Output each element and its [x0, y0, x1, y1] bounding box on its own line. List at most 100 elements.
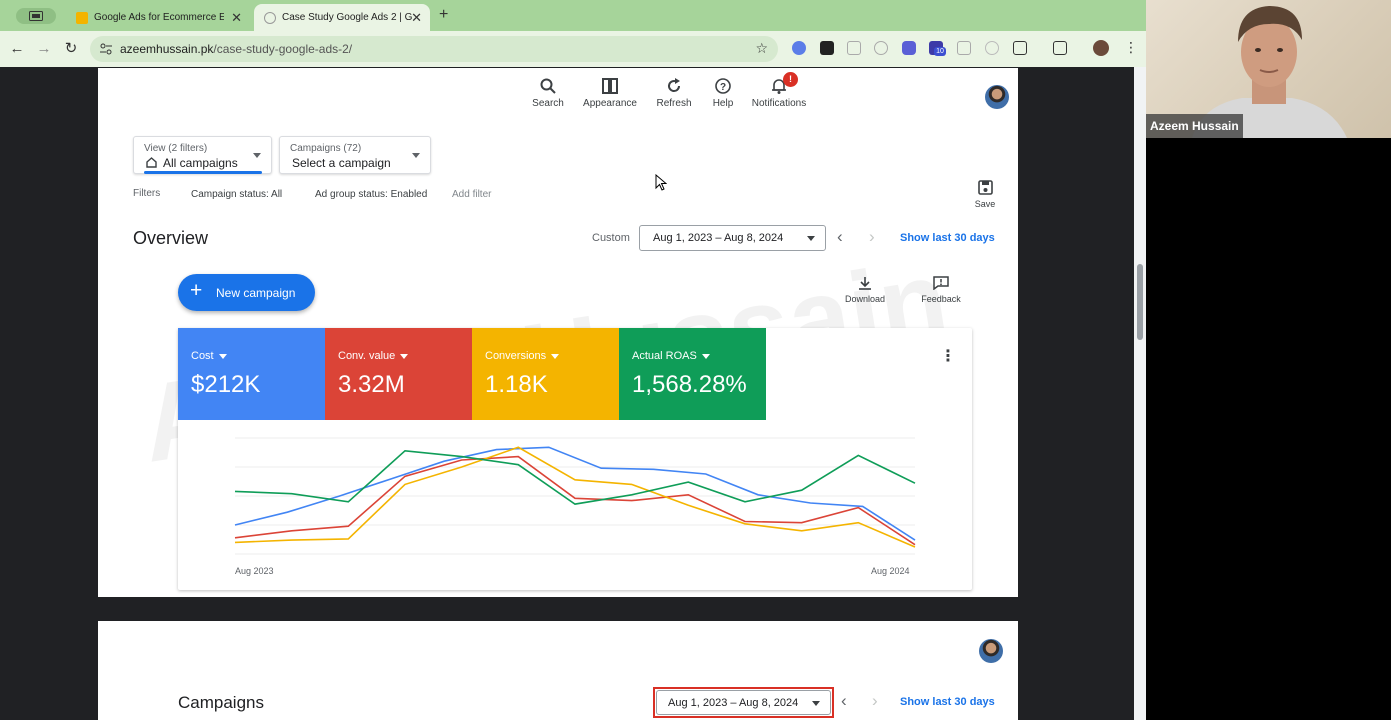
appearance-icon: [602, 78, 618, 94]
puzzle-extensions-icon[interactable]: [1013, 41, 1027, 55]
appearance-action[interactable]: Appearance: [575, 78, 645, 109]
more-options-icon[interactable]: ⋮: [940, 346, 956, 366]
campaigns-panel: Campaigns Aug 1, 2023 – Aug 8, 2024 ‹ › …: [98, 621, 1018, 720]
url-path: /case-study-google-ads-2/: [213, 42, 353, 56]
tab-case-study[interactable]: Case Study Google Ads 2 | G ✕: [254, 4, 430, 31]
filter-ad-group-status[interactable]: Ad group status: Enabled: [315, 189, 427, 200]
screen: Google Ads for Ecommerce E ✕ Case Study …: [0, 0, 1391, 720]
metric-actual-roas[interactable]: Actual ROAS 1,568.28%: [619, 328, 766, 420]
metric-value: 3.32M: [338, 371, 405, 398]
feedback-button[interactable]: Feedback: [913, 276, 969, 304]
performance-card: Cost $212K Conv. value 3.32M Conversions…: [178, 328, 972, 590]
tab-title: Google Ads for Ecommerce E: [94, 12, 224, 23]
extension-5-icon[interactable]: [902, 41, 916, 55]
reload-icon[interactable]: ↻: [62, 40, 80, 58]
browser-menu-icon[interactable]: ⋮: [1124, 39, 1138, 56]
user-avatar[interactable]: [979, 639, 1003, 663]
performance-line-chart: [234, 437, 916, 555]
campaign-dropdown[interactable]: Campaigns (72) Select a campaign: [279, 136, 431, 174]
overview-panel: Azeem Hussain Search Appearance Refresh …: [98, 68, 1018, 597]
chevron-down-icon: [253, 153, 261, 158]
date-range-dropdown[interactable]: Aug 1, 2023 – Aug 8, 2024: [639, 225, 826, 251]
feedback-label: Feedback: [921, 294, 961, 304]
chevron-down-icon: [807, 236, 815, 241]
metric-label: Actual ROAS: [632, 350, 710, 362]
metric-value: $212K: [191, 371, 261, 398]
notifications-action[interactable]: Notifications !: [744, 72, 814, 109]
tab-search-button[interactable]: [16, 8, 56, 24]
view-value: All campaigns: [163, 156, 238, 170]
x-axis-start-label: Aug 2023: [235, 566, 274, 576]
date-range-text: Aug 1, 2023 – Aug 8, 2024: [653, 232, 784, 244]
browser-chrome: Google Ads for Ecommerce E ✕ Case Study …: [0, 0, 1146, 67]
profile-avatar[interactable]: [1093, 40, 1109, 56]
metric-label: Conv. value: [338, 350, 409, 362]
view-dropdown[interactable]: View (2 filters) All campaigns: [133, 136, 272, 174]
save-button[interactable]: Save: [970, 180, 1000, 209]
download-label: Download: [844, 294, 886, 304]
campaign-caption: Campaigns (72): [290, 143, 362, 154]
close-icon[interactable]: ✕: [411, 10, 422, 26]
custom-label: Custom: [592, 232, 630, 244]
metric-value: 1.18K: [485, 371, 548, 398]
presenter-name-label: Azeem Hussain: [1146, 114, 1243, 138]
site-settings-icon[interactable]: [100, 43, 112, 55]
campaign-value: Select a campaign: [292, 156, 391, 170]
close-icon[interactable]: ✕: [231, 10, 242, 26]
previous-period-icon[interactable]: ‹: [837, 227, 843, 247]
view-dropdown-underline: [144, 171, 262, 174]
new-tab-button[interactable]: +: [439, 6, 448, 24]
action-label: Appearance: [583, 98, 637, 109]
code-extension-icon[interactable]: [957, 41, 971, 55]
download-button[interactable]: Download: [837, 276, 893, 304]
user-avatar[interactable]: [985, 85, 1009, 109]
previous-period-icon[interactable]: ‹: [841, 691, 847, 711]
chart-series-line-1: [234, 446, 916, 541]
mouse-cursor-icon: [655, 174, 667, 191]
overview-title: Overview: [133, 228, 209, 248]
dropdown-arrow-icon: [218, 353, 227, 359]
next-period-icon[interactable]: ›: [872, 691, 878, 711]
slides-icon: [76, 11, 88, 24]
metric-cost[interactable]: Cost $212K: [178, 328, 325, 420]
extension-2-icon[interactable]: [820, 41, 834, 55]
dropdown-arrow-icon: [701, 353, 710, 359]
metric-label: Cost: [191, 350, 227, 362]
tab-title: Case Study Google Ads 2 | G: [282, 12, 412, 23]
save-label: Save: [974, 199, 996, 209]
search-action[interactable]: Search: [513, 78, 583, 109]
new-campaign-button[interactable]: + New campaign: [178, 274, 315, 311]
metric-value: 1,568.28%: [632, 371, 747, 398]
next-period-icon[interactable]: ›: [869, 227, 875, 247]
add-filter-button[interactable]: Add filter: [452, 189, 491, 200]
back-icon[interactable]: ←: [8, 40, 26, 58]
page-favicon-icon: [264, 11, 276, 24]
campaigns-title: Campaigns: [178, 693, 264, 712]
filter-campaign-status[interactable]: Campaign status: All: [191, 189, 282, 200]
metric-conv-value[interactable]: Conv. value 3.32M: [325, 328, 472, 420]
x-axis-end-label: Aug 2024: [871, 566, 910, 576]
address-bar[interactable]: azeemhussain.pk/case-study-google-ads-2/…: [90, 36, 778, 62]
tab-strip: Google Ads for Ecommerce E ✕ Case Study …: [0, 0, 1146, 31]
scrollbar-track[interactable]: [1134, 67, 1146, 720]
svg-text:?: ?: [720, 82, 726, 93]
camera-extension-icon[interactable]: [847, 41, 861, 55]
search-icon: [540, 78, 556, 94]
home-icon: [146, 157, 157, 168]
notification-badge: !: [783, 72, 798, 87]
scrollbar-thumb[interactable]: [1137, 264, 1143, 340]
metric-label: Conversions: [485, 350, 560, 362]
extension-1-icon[interactable]: [792, 41, 806, 55]
tab-google-ads-ecommerce[interactable]: Google Ads for Ecommerce E ✕: [66, 4, 250, 31]
cast-icon[interactable]: [1053, 41, 1067, 55]
forward-icon[interactable]: →: [35, 40, 53, 58]
show-last-30-days-link[interactable]: Show last 30 days: [900, 232, 995, 244]
metric-conversions[interactable]: Conversions 1.18K: [472, 328, 619, 420]
url-text: azeemhussain.pk/case-study-google-ads-2/: [120, 42, 352, 56]
show-last-30-days-link[interactable]: Show last 30 days: [900, 696, 995, 708]
globe-extension-icon[interactable]: [874, 41, 888, 55]
tabs-icon: [29, 11, 43, 21]
bookmark-star-icon[interactable]: ☆: [755, 40, 768, 57]
link-extension-icon[interactable]: [985, 41, 999, 55]
url-host: azeemhussain.pk: [120, 42, 214, 56]
